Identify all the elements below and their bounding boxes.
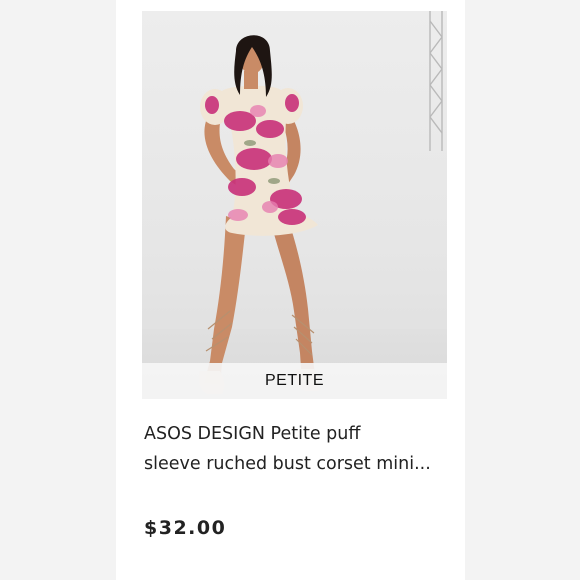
model-figure	[199, 35, 319, 394]
product-title-line-1[interactable]: ASOS DESIGN Petite puff	[144, 424, 360, 444]
product-title[interactable]: ASOS DESIGN Petite puff sleeve ruched bu…	[144, 419, 454, 479]
petite-badge: PETITE	[142, 363, 447, 399]
product-image[interactable]	[142, 11, 447, 399]
product-price: $32.00	[144, 517, 227, 539]
page: PETITE ASOS DESIGN Petite puff sleeve ru…	[0, 0, 580, 580]
product-title-line-2[interactable]: sleeve ruched bust corset mini...	[144, 454, 431, 474]
